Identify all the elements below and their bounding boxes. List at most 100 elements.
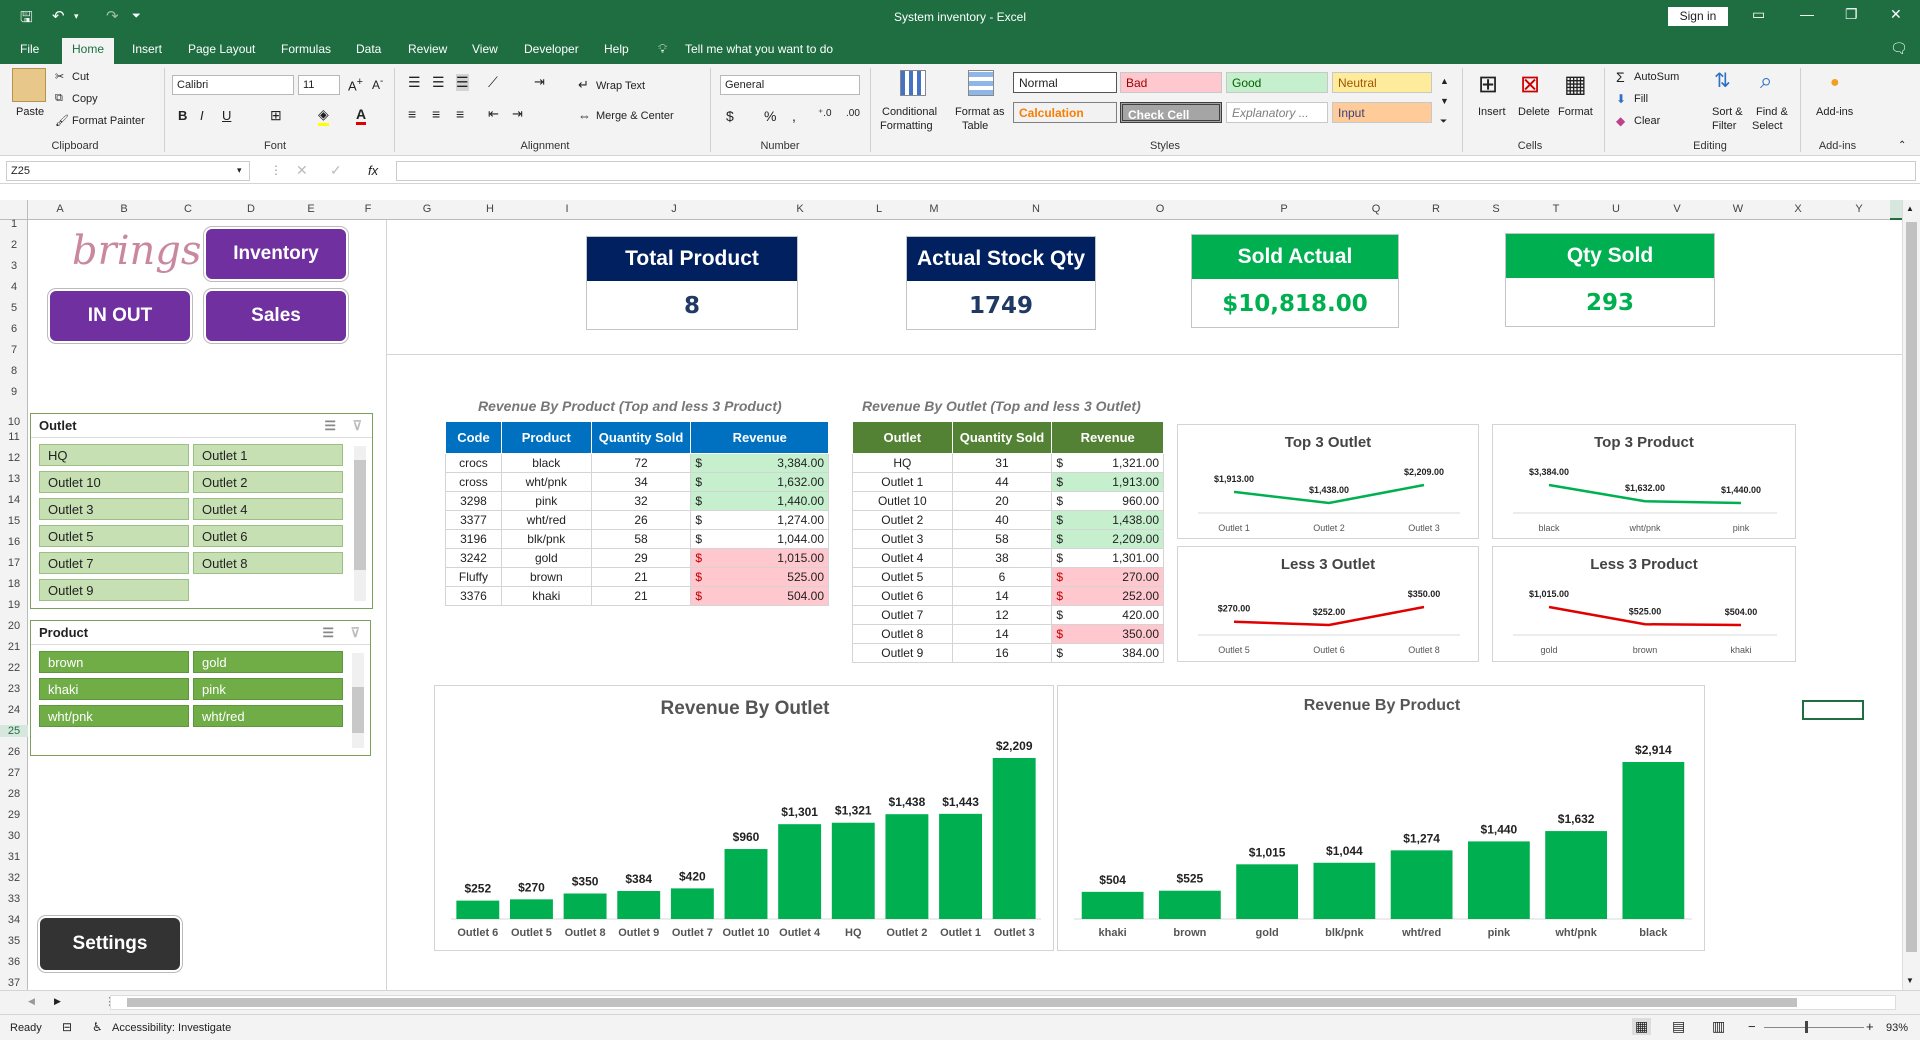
zoom-out-icon[interactable]: − bbox=[1748, 1019, 1756, 1034]
row-header[interactable]: 2 bbox=[0, 239, 28, 251]
column-header[interactable]: K bbox=[736, 203, 864, 215]
indent-icon[interactable]: ⇥ bbox=[534, 74, 545, 90]
tab-developer[interactable]: Developer bbox=[524, 42, 579, 56]
sales-button[interactable]: Sales bbox=[206, 291, 346, 341]
slicer-item[interactable]: Outlet 7 bbox=[39, 552, 189, 574]
table-header[interactable]: Product bbox=[500, 421, 592, 454]
row-header[interactable]: 22 bbox=[0, 662, 28, 674]
slicer-item[interactable]: Outlet 3 bbox=[39, 498, 189, 520]
row-header[interactable]: 4 bbox=[0, 281, 28, 293]
vertical-scroll-thumb[interactable] bbox=[1906, 222, 1917, 952]
page-break-view-icon[interactable]: ▥ bbox=[1712, 1018, 1725, 1035]
font-size-select[interactable]: 11 bbox=[298, 75, 340, 95]
row-header[interactable]: 23 bbox=[0, 683, 28, 695]
decrease-indent-icon[interactable]: ⇤ bbox=[488, 106, 499, 122]
inout-button[interactable]: IN OUT bbox=[50, 291, 190, 341]
slicer-item[interactable]: HQ bbox=[39, 444, 189, 466]
column-header[interactable]: V bbox=[1646, 203, 1708, 215]
align-middle-icon[interactable]: ☰ bbox=[432, 74, 445, 91]
scroll-down-icon[interactable]: ▼ bbox=[1906, 976, 1914, 985]
find-select-button[interactable]: Find & bbox=[1756, 106, 1788, 118]
style-bad[interactable]: Bad bbox=[1120, 72, 1222, 93]
row-header[interactable]: 29 bbox=[0, 809, 28, 821]
row-header[interactable]: 20 bbox=[0, 620, 28, 632]
slicer-item[interactable]: Outlet 10 bbox=[39, 471, 189, 493]
row-header[interactable]: 15 bbox=[0, 515, 28, 527]
product-slicer-scrollbar[interactable] bbox=[352, 653, 364, 748]
underline-icon[interactable]: U bbox=[222, 108, 231, 123]
find-select-icon[interactable]: ⌕ bbox=[1760, 68, 1772, 94]
align-top-icon[interactable]: ☰ bbox=[408, 74, 421, 91]
format-painter-button[interactable]: Format Painter bbox=[72, 115, 145, 127]
format-as-table-icon[interactable] bbox=[968, 70, 994, 96]
orientation-icon[interactable]: ⟋ bbox=[488, 74, 498, 91]
slicer-item[interactable]: wht/pnk bbox=[39, 705, 189, 727]
style-input[interactable]: Input bbox=[1332, 102, 1432, 123]
row-header[interactable]: 28 bbox=[0, 788, 28, 800]
tab-data[interactable]: Data bbox=[356, 42, 381, 56]
slicer-item[interactable]: Outlet 2 bbox=[193, 471, 343, 493]
fill-color-icon[interactable]: ◈ bbox=[318, 106, 329, 126]
row-header[interactable]: 12 bbox=[0, 452, 28, 464]
settings-button[interactable]: Settings bbox=[40, 918, 180, 970]
row-header[interactable]: 30 bbox=[0, 830, 28, 842]
cut-icon[interactable]: ✂ bbox=[55, 70, 64, 83]
row-header[interactable]: 6 bbox=[0, 323, 28, 335]
column-header[interactable]: X bbox=[1768, 203, 1828, 215]
vertical-scrollbar[interactable]: ▲ ▼ bbox=[1902, 200, 1920, 990]
clear-filter-icon[interactable]: ⊽ bbox=[350, 625, 360, 641]
macro-record-icon[interactable]: ⊟ bbox=[62, 1020, 72, 1034]
tab-formulas[interactable]: Formulas bbox=[281, 42, 331, 56]
addins-icon[interactable]: ● bbox=[1830, 74, 1840, 92]
row-header[interactable]: 35 bbox=[0, 935, 28, 947]
table-header[interactable]: Outlet bbox=[852, 421, 953, 454]
column-header[interactable]: C bbox=[156, 203, 220, 215]
font-color-icon[interactable]: A bbox=[356, 106, 367, 125]
column-header[interactable]: I bbox=[522, 203, 612, 215]
slicer-item[interactable]: Outlet 8 bbox=[193, 552, 343, 574]
row-header[interactable]: 34 bbox=[0, 914, 28, 926]
fill-button[interactable]: Fill bbox=[1634, 93, 1648, 105]
accessibility-icon[interactable]: ♿︎ bbox=[92, 1020, 103, 1034]
row-header[interactable]: 16 bbox=[0, 536, 28, 548]
number-format-select[interactable]: General bbox=[720, 75, 860, 95]
row-header[interactable]: 13 bbox=[0, 473, 28, 485]
scroll-up-icon[interactable]: ▲ bbox=[1906, 204, 1914, 213]
formula-input[interactable] bbox=[396, 161, 1916, 181]
conditional-formatting-button[interactable]: Conditional bbox=[882, 106, 937, 118]
tab-help[interactable]: Help bbox=[604, 42, 629, 56]
align-center-icon[interactable]: ≡ bbox=[432, 106, 440, 122]
table-header[interactable]: Quantity Sold bbox=[590, 421, 692, 454]
row-header[interactable]: 25 bbox=[0, 725, 28, 737]
tab-home[interactable]: Home bbox=[62, 38, 115, 64]
row-header[interactable]: 18 bbox=[0, 578, 28, 590]
row-header[interactable]: 7 bbox=[0, 344, 28, 356]
column-header[interactable]: S bbox=[1466, 203, 1526, 215]
column-header[interactable]: A bbox=[28, 203, 92, 215]
style-explanatory[interactable]: Explanatory ... bbox=[1226, 102, 1328, 123]
tab-insert[interactable]: Insert bbox=[132, 42, 162, 56]
column-header[interactable]: R bbox=[1406, 203, 1466, 215]
inventory-button[interactable]: Inventory bbox=[206, 229, 346, 279]
styles-scroll-up-icon[interactable]: ▲ bbox=[1440, 76, 1449, 86]
cut-button[interactable]: Cut bbox=[72, 71, 89, 83]
style-normal[interactable]: Normal bbox=[1013, 72, 1117, 93]
row-header[interactable]: 26 bbox=[0, 746, 28, 758]
styles-scroll-down-icon[interactable]: ▼ bbox=[1440, 96, 1449, 106]
percent-icon[interactable]: % bbox=[764, 108, 776, 124]
currency-icon[interactable]: $ bbox=[726, 108, 734, 124]
row-header[interactable]: 24 bbox=[0, 704, 28, 716]
decrease-font-icon[interactable]: A- bbox=[372, 76, 383, 92]
row-header[interactable]: 3 bbox=[0, 260, 28, 272]
row-header[interactable]: 19 bbox=[0, 599, 28, 611]
row-header[interactable]: 36 bbox=[0, 956, 28, 968]
name-box[interactable]: Z25 bbox=[6, 161, 250, 181]
column-header[interactable]: L bbox=[864, 203, 894, 215]
increase-indent-icon[interactable]: ⇥ bbox=[512, 106, 523, 122]
name-box-dropdown-icon[interactable]: ▾ bbox=[237, 165, 242, 176]
page-layout-view-icon[interactable]: ▤ bbox=[1672, 1018, 1685, 1035]
accessibility-status[interactable]: Accessibility: Investigate bbox=[112, 1022, 231, 1034]
tab-file[interactable]: File bbox=[20, 42, 39, 56]
tab-view[interactable]: View bbox=[472, 42, 498, 56]
outlet-slicer-scrollbar[interactable] bbox=[354, 446, 366, 601]
